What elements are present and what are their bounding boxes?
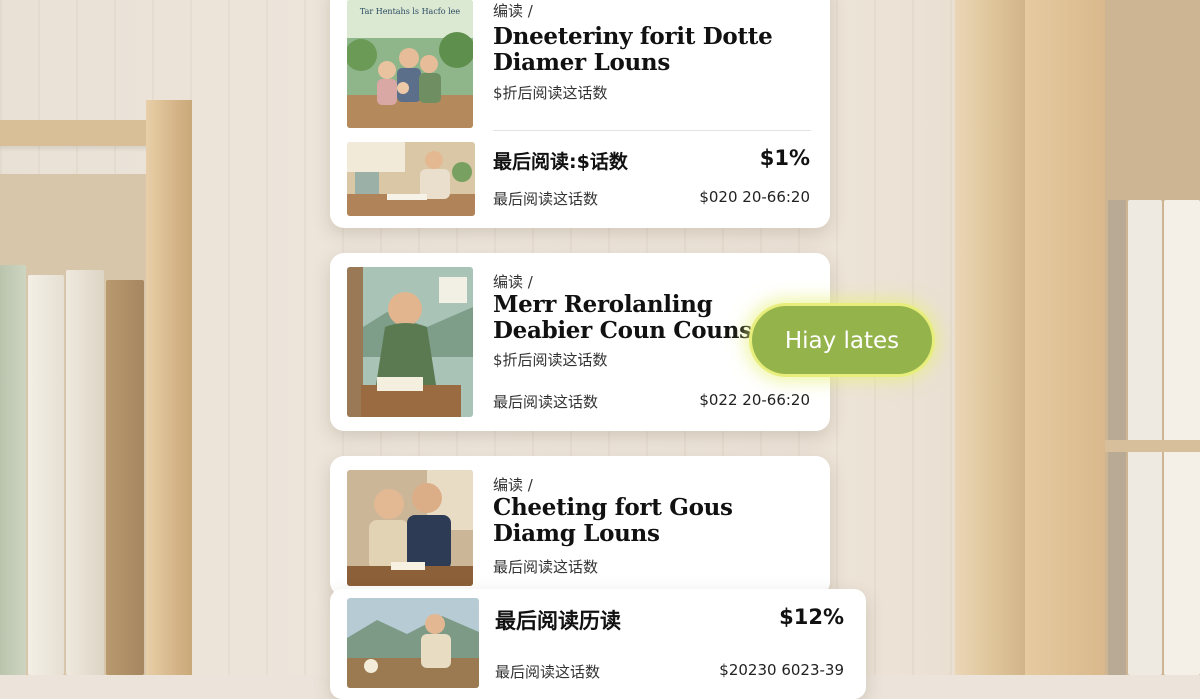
last-read-timestamp: $20230 6023-39 <box>719 661 844 679</box>
category-label: 编读 / <box>493 476 533 494</box>
cover-caption: Tar Hentahs ls Hacfo lee <box>359 7 461 16</box>
reading-card[interactable]: Tar Hentahs ls Hacfo lee 编读 / Dneeteriny… <box>330 0 830 228</box>
chapter-thumbnail[interactable] <box>347 142 475 216</box>
last-read-label: 最后阅读:$话数 <box>493 151 628 173</box>
book-spine <box>66 270 104 675</box>
last-read-meta-label: 最后阅读这话数 <box>493 393 599 411</box>
book-title-line1[interactable]: Merr Rerolanling <box>493 292 713 318</box>
book-subtitle: 最后阅读这话数 <box>493 558 599 576</box>
last-read-meta-label: 最后阅读这话数 <box>495 663 601 681</box>
progress-percent: $12% <box>779 605 844 629</box>
book-spine <box>28 275 64 675</box>
card-divider <box>493 130 811 131</box>
category-label: 编读 / <box>493 273 533 291</box>
last-read-timestamp: $022 20-66:20 <box>699 391 810 409</box>
right-shelf <box>930 0 1200 675</box>
book-subtitle: $折后阅读这话数 <box>493 351 608 369</box>
last-read-timestamp: $020 20-66:20 <box>699 188 810 206</box>
book-cover-thumbnail <box>347 470 473 586</box>
book-spine <box>1108 200 1126 675</box>
book-cover-thumbnail: Tar Hentahs ls Hacfo lee <box>347 0 473 128</box>
book-title-line1[interactable]: Dneeteriny forit Dotte <box>493 24 773 50</box>
shelf-post <box>955 0 1025 675</box>
last-read-label: 最后阅读历读 <box>495 609 621 633</box>
book-subtitle: $折后阅读这话数 <box>493 84 608 102</box>
book-spine <box>1164 200 1200 675</box>
book-spine <box>106 280 144 675</box>
category-label: 编读 / <box>493 2 533 20</box>
book-title-line2[interactable]: Diamg Louns <box>493 521 660 547</box>
book-spine <box>1128 200 1162 675</box>
book-title-line2[interactable]: Deabier Coun Couns <box>493 318 752 344</box>
progress-percent: $1% <box>759 146 810 170</box>
shelf-plank <box>0 120 150 146</box>
shelf-post <box>146 100 192 675</box>
reading-card[interactable]: 最后阅读历读 $12% 最后阅读这话数 $20230 6023-39 <box>330 589 866 699</box>
book-title-line1[interactable]: Cheeting fort Gous <box>493 495 733 521</box>
book-cover-thumbnail <box>347 267 473 417</box>
last-read-meta-label: 最后阅读这话数 <box>493 190 599 208</box>
read-latest-button[interactable]: Hiay lates <box>752 306 932 374</box>
shelf-post <box>1025 0 1105 675</box>
book-title-line2[interactable]: Diamer Louns <box>493 50 670 76</box>
book-spine <box>0 265 26 675</box>
reading-card[interactable]: 编读 / Cheeting fort Gous Diamg Louns 最后阅读… <box>330 456 830 596</box>
shelf-plank <box>1105 440 1200 452</box>
left-shelf <box>0 100 200 675</box>
